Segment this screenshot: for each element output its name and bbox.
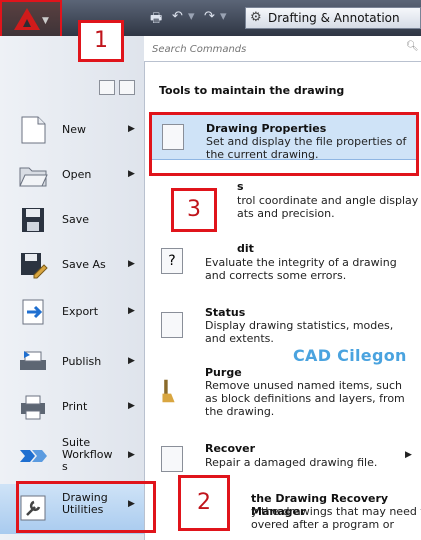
panel-item-title: s xyxy=(237,180,244,193)
logo-cutout xyxy=(23,19,31,27)
open-docs-icon[interactable] xyxy=(119,80,135,95)
panel-item-desc: y the drawings that may need to overed a… xyxy=(251,505,421,531)
menu-item-suite-workflows[interactable]: Suite Workflow s ▶ xyxy=(0,432,144,482)
watermark-text: CAD Cilegon xyxy=(293,346,407,365)
callout-3: 3 xyxy=(171,188,217,232)
broom-icon xyxy=(162,379,175,403)
search-input[interactable] xyxy=(150,40,404,58)
chevron-right-icon: ▶ xyxy=(128,401,135,411)
panel-item-title: Purge xyxy=(205,366,242,379)
status-chart-icon xyxy=(161,312,183,338)
search-icon[interactable]: 🔍︎ xyxy=(406,41,419,52)
panel-item-desc: trol coordinate and angle display ats an… xyxy=(237,194,419,220)
panel-title: Tools to maintain the drawing xyxy=(159,84,345,97)
chevron-right-icon: ▶ xyxy=(405,450,412,460)
menu-item-label: Publish xyxy=(62,355,102,368)
save-icon xyxy=(22,208,44,232)
highlight-drawing-properties xyxy=(149,112,419,176)
gear-icon: ⚙ xyxy=(250,10,262,25)
panel-item-title: Recover xyxy=(205,442,256,455)
panel-item-desc: Display drawing statistics, modes, and e… xyxy=(205,319,394,345)
chevron-right-icon: ▶ xyxy=(128,124,135,134)
undo-icon[interactable]: ↶ xyxy=(172,9,183,24)
menu-item-save-as[interactable]: Save As ▶ xyxy=(0,243,144,289)
menu-item-new[interactable]: New ▶ xyxy=(0,108,144,154)
panel-item-desc: Repair a damaged drawing file. xyxy=(205,456,378,469)
search-box: 🔍︎ xyxy=(144,36,421,62)
new-document-icon xyxy=(21,116,46,144)
menu-item-label: New xyxy=(62,123,86,136)
panel-item-desc: Evaluate the integrity of a drawing and … xyxy=(205,256,397,282)
menu-item-open[interactable]: Open ▶ xyxy=(0,153,144,199)
undo-dropdown-icon[interactable]: ▾ xyxy=(188,9,195,24)
menu-item-export[interactable]: Export ▶ xyxy=(0,290,144,336)
menu-item-label: Open xyxy=(62,168,92,181)
title-bar: 🖶 ↶ ▾ ↷ ▾ ⚙ Drafting & Annotation xyxy=(0,0,421,36)
workspace-label: Drafting & Annotation xyxy=(268,11,400,25)
chevron-right-icon: ▶ xyxy=(128,169,135,179)
callout-2: 2 xyxy=(178,475,230,531)
menu-item-save[interactable]: Save xyxy=(0,198,144,244)
menu-item-label: Export xyxy=(62,305,99,318)
panel-item-audit[interactable]: ? dit Evaluate the integrity of a drawin… xyxy=(151,242,417,292)
menu-item-print[interactable]: Print ▶ xyxy=(0,385,144,431)
recover-icon xyxy=(161,446,183,472)
panel-item-purge[interactable]: Purge Remove unused named items, such as… xyxy=(151,366,417,430)
question-mark-icon: ? xyxy=(161,248,183,274)
chevron-right-icon: ▶ xyxy=(128,450,135,460)
export-icon xyxy=(22,299,44,325)
chevron-right-icon: ▶ xyxy=(128,259,135,269)
highlight-drawing-utilities xyxy=(16,481,156,533)
print-icon[interactable]: 🖶 xyxy=(150,9,162,31)
callout-1: 1 xyxy=(78,20,124,62)
panel-item-title: Status xyxy=(205,306,246,319)
menu-item-label: Suite Workflow s xyxy=(62,436,113,473)
menu-item-label: Print xyxy=(62,400,88,413)
redo-dropdown-icon[interactable]: ▾ xyxy=(220,9,227,24)
redo-icon[interactable]: ↷ xyxy=(204,9,215,24)
view-toggle xyxy=(99,80,139,96)
menu-item-label: Save xyxy=(62,213,90,226)
publish-icon xyxy=(20,351,46,370)
panel-item-title: dit xyxy=(237,242,254,255)
suite-workflows-icon xyxy=(20,450,47,462)
chevron-down-icon: ▼ xyxy=(42,16,49,26)
workspace-selector[interactable]: ⚙ Drafting & Annotation xyxy=(245,7,421,29)
save-as-icon xyxy=(21,253,48,279)
chevron-right-icon: ▶ xyxy=(128,356,135,366)
printer-icon xyxy=(21,395,45,420)
panel-item-desc: Remove unused named items, such as block… xyxy=(205,379,405,418)
chevron-right-icon: ▶ xyxy=(128,306,135,316)
menu-item-publish[interactable]: Publish ▶ xyxy=(0,340,144,386)
recent-docs-icon[interactable] xyxy=(99,80,115,95)
open-folder-icon xyxy=(19,167,48,187)
menu-item-label: Save As xyxy=(62,258,106,271)
